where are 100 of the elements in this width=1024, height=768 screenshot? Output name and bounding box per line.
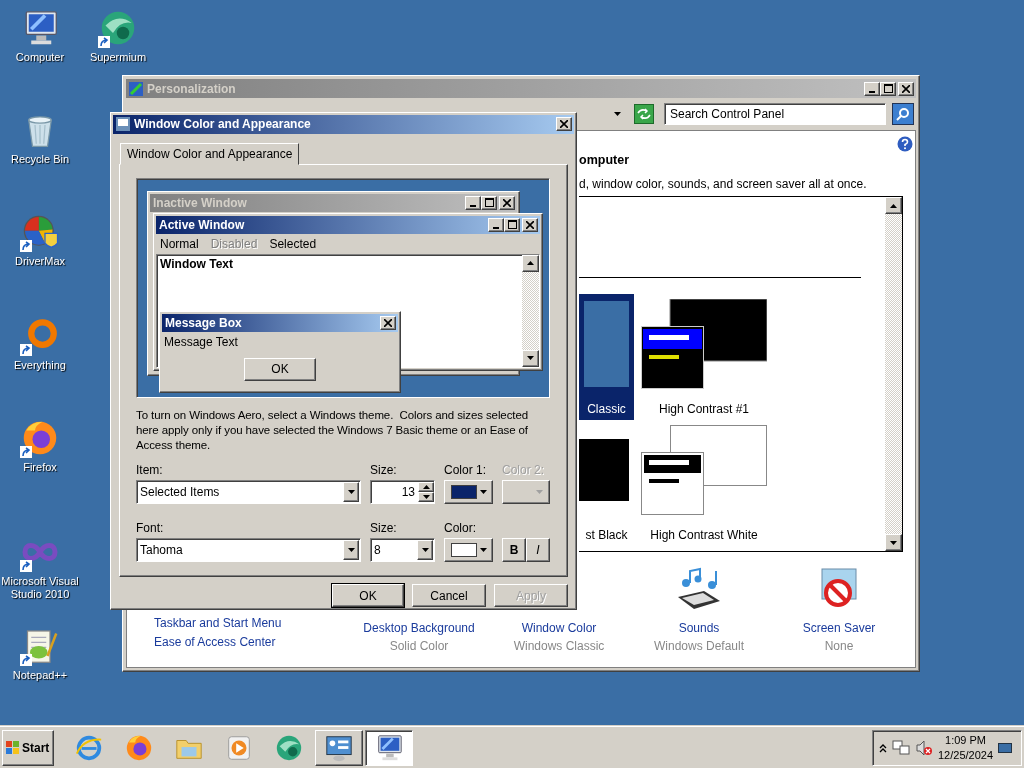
spin-up-icon xyxy=(422,484,430,489)
font-dropdown[interactable]: Tahoma xyxy=(136,537,361,562)
theme-thumbnail xyxy=(579,439,629,501)
caret-icon xyxy=(613,112,621,116)
setting-value: Windows Classic xyxy=(513,639,605,653)
caret-icon xyxy=(479,547,487,552)
dialog-button[interactable]: OK xyxy=(332,584,404,607)
caret-icon xyxy=(421,547,429,552)
desktop-icon-label[interactable]: Firefox xyxy=(23,461,57,474)
ok-button[interactable]: OK xyxy=(244,357,316,381)
desktop-icon-label[interactable]: Notepad++ xyxy=(12,669,68,682)
menu-item[interactable]: Selected xyxy=(269,236,317,251)
dialog-button[interactable]: Cancel xyxy=(412,584,486,607)
aero-note: To turn on Windows Aero, select a Windows theme. Colors and sizes selected here apply only if you have selected the Windows 7 Basic theme or an Ease of Access theme. xyxy=(136,407,529,453)
desktop-icon-label[interactable]: DriverMax xyxy=(14,255,66,268)
desktop-icon-label[interactable]: Recycle Bin xyxy=(10,153,70,166)
minimize-button[interactable] xyxy=(864,81,880,96)
setting-link[interactable]: Screen Saver xyxy=(802,621,876,635)
arrow-up-icon xyxy=(527,261,534,266)
maximize-button[interactable] xyxy=(481,195,497,210)
search-button[interactable] xyxy=(892,103,914,125)
search-field[interactable]: Search Control Panel xyxy=(664,103,886,125)
color-one-label: Color 1: xyxy=(444,462,488,477)
color-one-picker[interactable] xyxy=(444,479,493,504)
inactive-window-title: Inactive Window xyxy=(153,195,248,210)
scroll-down-button[interactable] xyxy=(885,534,902,551)
maximize-icon xyxy=(507,220,517,230)
message-text: Message Text xyxy=(163,333,239,351)
theme-label: High Contrast #1 xyxy=(658,402,749,416)
desktop-icon-label[interactable]: Supermium xyxy=(89,51,147,64)
muted-speaker-icon[interactable] xyxy=(915,739,933,756)
maximize-button[interactable] xyxy=(880,81,896,96)
theme-tile[interactable]: Classic xyxy=(579,294,634,420)
setting-value: Solid Color xyxy=(389,639,449,653)
side-link[interactable]: Taskbar and Start Menu xyxy=(154,616,349,630)
minimize-button[interactable] xyxy=(465,195,481,210)
page-heading: omputer xyxy=(579,153,630,167)
size-spinbox[interactable]: 13 xyxy=(370,479,435,504)
setting-link[interactable]: Desktop Background xyxy=(363,621,475,635)
shortcut-arrow-icon xyxy=(20,560,32,572)
font-color-picker[interactable] xyxy=(444,537,493,562)
desktop-icon-label[interactable]: Microsoft Visual Studio 2010 xyxy=(0,575,80,601)
taskbar-button[interactable] xyxy=(365,729,413,766)
theme-label: High Contrast White xyxy=(650,528,758,542)
scroll-down-button[interactable] xyxy=(522,349,539,367)
dialog-app-icon xyxy=(116,117,130,132)
chevron-up-icon[interactable] xyxy=(879,742,887,753)
theme-tile[interactable]: High Contrast White xyxy=(634,420,774,546)
caret-icon xyxy=(347,489,355,494)
close-button[interactable] xyxy=(556,117,572,132)
menu-item[interactable]: Normal xyxy=(160,236,199,251)
scrollbar[interactable] xyxy=(522,254,539,367)
window-text: Window Text xyxy=(159,255,234,273)
clock-date[interactable]: 12/25/2024 xyxy=(938,747,994,763)
refresh-arrows-icon xyxy=(637,108,651,120)
bold-button[interactable]: B xyxy=(502,537,526,562)
item-dropdown[interactable]: Selected Items xyxy=(136,479,361,504)
italic-button[interactable]: I xyxy=(526,537,550,562)
shortcut-arrow-icon xyxy=(20,344,32,356)
maximize-button[interactable] xyxy=(504,217,520,232)
item-label: Item: xyxy=(136,462,164,477)
font-color-label: Color: xyxy=(444,520,477,535)
desktop-icon-label[interactable]: Computer xyxy=(15,51,65,64)
spin-down-icon xyxy=(422,494,430,499)
font-size-dropdown[interactable]: 8 xyxy=(370,537,435,562)
network-icon[interactable] xyxy=(892,739,910,756)
caret-icon xyxy=(479,489,487,494)
shortcut-arrow-icon xyxy=(20,654,32,666)
close-button[interactable] xyxy=(522,217,538,232)
desktop-icon-label[interactable]: Everything xyxy=(14,359,66,372)
dialog-title: Window Color and Appearance xyxy=(134,117,312,132)
setting-link[interactable]: Sounds xyxy=(678,621,720,635)
window-title: Personalization xyxy=(147,81,237,96)
show-desktop-icon[interactable] xyxy=(998,740,1013,755)
refresh-button[interactable] xyxy=(634,104,654,124)
side-link[interactable]: Ease of Access Center xyxy=(154,635,349,649)
tab[interactable]: Window Color and Appearance xyxy=(120,142,300,165)
theme-tile[interactable]: High Contrast #1 xyxy=(634,294,774,420)
font-size-label: Size: xyxy=(370,520,398,535)
close-icon xyxy=(526,220,534,229)
theme-tile[interactable]: st Black xyxy=(579,420,634,546)
minimize-icon xyxy=(470,204,476,207)
close-button[interactable] xyxy=(898,81,914,96)
close-button[interactable] xyxy=(499,195,515,210)
clock-time[interactable]: 1:09 PM xyxy=(945,732,986,748)
setting-link[interactable]: Window Color xyxy=(521,621,597,635)
page-description: d, window color, sounds, and screen saver all at once. xyxy=(579,177,868,191)
caret-icon xyxy=(536,489,543,494)
start-button[interactable]: Start xyxy=(2,729,54,766)
scroll-up-button[interactable] xyxy=(522,254,539,272)
help-icon[interactable] xyxy=(897,136,913,152)
close-button[interactable] xyxy=(380,315,396,330)
close-icon xyxy=(503,198,511,207)
theme-label: Classic xyxy=(587,402,626,416)
setting-value: Windows Default xyxy=(653,639,744,653)
scrollbar[interactable] xyxy=(885,197,902,551)
minimize-button[interactable] xyxy=(488,217,504,232)
scroll-up-button[interactable] xyxy=(885,197,902,214)
close-icon xyxy=(384,318,392,327)
caret-icon xyxy=(347,547,355,552)
